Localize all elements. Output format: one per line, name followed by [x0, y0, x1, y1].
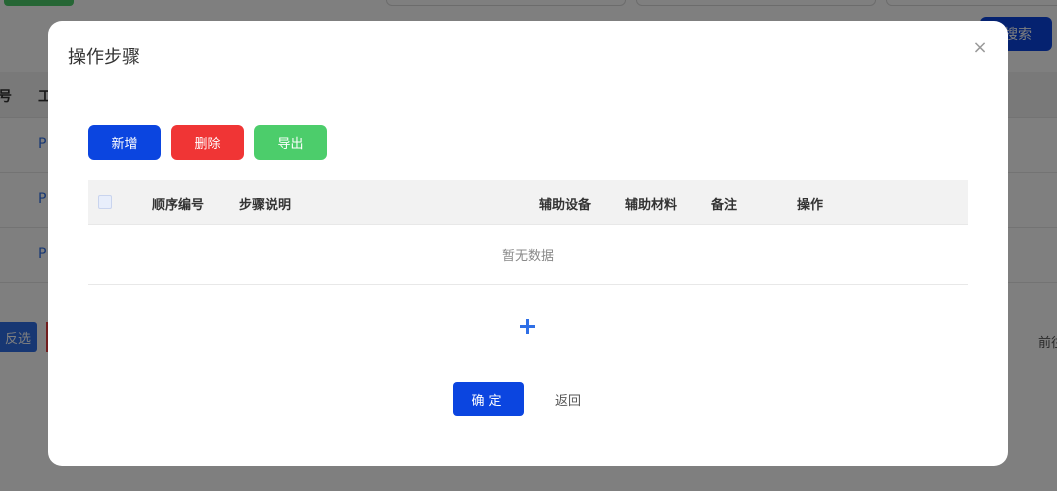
delete-button-label: 删除	[194, 137, 221, 152]
add-button-label: 新增	[111, 137, 138, 152]
column-header-step-description: 步骤说明	[239, 198, 292, 213]
export-button[interactable]: 导出	[254, 125, 327, 160]
operation-steps-dialog: 操作步骤 × 新增 删除 导出 顺序编号 步骤说明 辅助设备 辅助材料 备注 操…	[48, 21, 1008, 466]
steps-table-header: 顺序编号 步骤说明 辅助设备 辅助材料 备注 操作	[88, 180, 968, 225]
back-button-label: 返回	[554, 393, 581, 409]
confirm-button-label: 确定	[471, 393, 506, 409]
back-button[interactable]: 返回	[544, 382, 592, 416]
plus-icon[interactable]	[516, 315, 540, 339]
confirm-button[interactable]: 确定	[453, 382, 524, 416]
export-button-label: 导出	[277, 137, 304, 152]
column-header-actions: 操作	[797, 198, 824, 213]
close-icon[interactable]: ×	[971, 39, 989, 57]
add-button[interactable]: 新增	[88, 125, 161, 160]
column-header-auxiliary-equipment: 辅助设备	[539, 198, 592, 213]
empty-text: 暂无数据	[501, 249, 554, 264]
table-empty-state: 暂无数据	[88, 225, 968, 285]
column-header-remark: 备注	[711, 198, 738, 213]
select-all-checkbox[interactable]	[98, 195, 112, 209]
column-header-auxiliary-material: 辅助材料	[625, 198, 678, 213]
column-header-sequence-number: 顺序编号	[152, 198, 205, 213]
dialog-title: 操作步骤	[68, 47, 140, 68]
delete-button[interactable]: 删除	[171, 125, 244, 160]
